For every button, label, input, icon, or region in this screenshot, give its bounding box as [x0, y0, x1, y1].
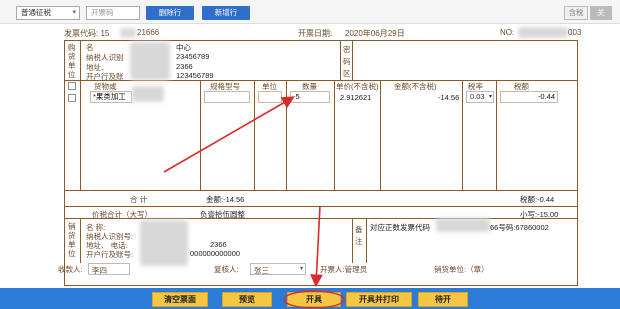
tax-included-toggle[interactable]: 含税: [564, 6, 588, 20]
divider: [64, 80, 578, 81]
chevron-down-icon: ▾: [299, 266, 303, 272]
reviewer-label: 复核人:: [214, 265, 239, 274]
redacted-buyer: [130, 42, 170, 80]
tax-input[interactable]: -0.44: [500, 91, 558, 103]
redacted-goods: [132, 86, 164, 102]
total-label: 合 计: [130, 195, 148, 204]
clear-button[interactable]: 清空票面: [152, 292, 208, 307]
seller-side-label: 销货单位: [68, 222, 76, 258]
invoice-code-label: 发票代码: 15: [64, 29, 110, 38]
invoice-type-value: 普通征税: [21, 8, 51, 17]
tax-rate-select[interactable]: 0.03 ▾: [466, 91, 494, 103]
redacted-code: [120, 28, 136, 38]
divider: [64, 206, 578, 207]
redacted-seller: [140, 220, 188, 266]
divider: [334, 80, 335, 190]
tax-total: 税额:-0.44: [520, 195, 555, 204]
invoice-code-tail: 21666: [137, 28, 160, 37]
invoice-header: 发票代码: 15 21666 开票日期: 2020年06月29日 NO: 003: [0, 26, 620, 40]
redacted-number: [518, 27, 568, 38]
spec-input[interactable]: [204, 91, 250, 103]
divider: [352, 40, 353, 80]
col-unit-price: 单价(不含税): [336, 82, 379, 91]
seller-bank-value: 000000000000: [190, 249, 241, 258]
buyer-bank-value[interactable]: 123456789: [176, 71, 214, 80]
unit-input[interactable]: [258, 91, 282, 103]
redacted-remark: [436, 218, 490, 232]
divider: [80, 80, 81, 190]
number-tail: 003: [568, 28, 582, 37]
divider: [352, 218, 353, 263]
buyer-address-value[interactable]: 2366: [176, 62, 193, 71]
action-bar: 清空票面 预览 开具 开具并打印 待开: [0, 288, 620, 309]
divider: [254, 80, 255, 190]
delete-row-button[interactable]: 删除行: [146, 6, 194, 20]
close-toggle[interactable]: 关: [590, 6, 612, 20]
row-checkbox[interactable]: [68, 82, 76, 90]
seller-bank-label: 开户行及账号:: [86, 250, 134, 259]
invoice-code-input[interactable]: 开票码: [86, 6, 140, 20]
seller-stamp-label: 销货单位:（章）: [434, 265, 489, 274]
remark-tail[interactable]: 66号码:67860002: [490, 222, 549, 233]
invoice-type-select[interactable]: 普通征税 ▾: [16, 6, 80, 20]
invoice-code-placeholder: 开票码: [91, 8, 114, 17]
divider: [462, 80, 463, 190]
quantity-input[interactable]: -5: [290, 91, 330, 103]
divider: [340, 40, 341, 80]
remark-text[interactable]: 对应正数发票代码: [370, 222, 430, 233]
divider: [80, 40, 81, 80]
add-row-button[interactable]: 新增行: [202, 6, 250, 20]
date-value: 2020年06月29日: [345, 29, 405, 38]
signature-row: 收款人: 李四 复核人: 张三 ▾ 开票人:管理员 销货单位:（章）: [58, 262, 578, 276]
divider: [64, 190, 578, 191]
buyer-tax-id-value[interactable]: 23456789: [176, 52, 209, 61]
row-checkbox[interactable]: [68, 94, 76, 102]
payee-label: 收款人:: [58, 265, 83, 274]
payee-value: 李四: [92, 266, 107, 275]
buyer-side-label: 购货单位: [68, 43, 76, 79]
issue-button[interactable]: 开具: [287, 292, 341, 307]
reviewer-value: 张三: [254, 266, 269, 275]
divider: [496, 80, 497, 190]
remark-label: 备注: [355, 225, 363, 246]
chevron-down-icon: ▾: [72, 9, 76, 16]
sum-small: 小写:-15.00: [520, 210, 559, 219]
payee-select[interactable]: 李四: [88, 263, 130, 275]
number-label: NO:: [500, 28, 515, 37]
divider: [380, 80, 381, 190]
chevron-down-icon: ▾: [488, 94, 492, 100]
divider: [366, 218, 367, 263]
divider: [80, 218, 81, 263]
divider: [286, 80, 287, 190]
amount-value[interactable]: -14.56: [438, 93, 459, 102]
password-area-label: 密码区: [343, 45, 351, 78]
issuer-label: 开票人:管理员: [320, 265, 368, 274]
seller-address-value: 2366: [210, 240, 227, 249]
reviewer-select[interactable]: 张三 ▾: [250, 263, 306, 275]
date-label: 开票日期:: [298, 29, 333, 38]
pending-button[interactable]: 待开: [418, 292, 468, 307]
col-amount: 金额(不含税): [394, 82, 437, 91]
sum-words: 负壹拾伍圆整: [200, 210, 245, 219]
divider: [200, 80, 201, 190]
amount-total: 金额:-14.56: [206, 195, 245, 204]
tax-rate-value: 0.03: [470, 92, 485, 101]
unit-price-value[interactable]: 2.912621: [340, 93, 371, 102]
preview-button[interactable]: 预览: [222, 292, 272, 307]
sum-label: 价税合计（大写）: [92, 210, 152, 219]
toolbar: 普通征税 ▾ 开票码 删除行 新增行 含税 关: [0, 0, 620, 24]
issue-and-print-button[interactable]: 开具并打印: [346, 292, 412, 307]
goods-name-input[interactable]: *果类加工: [90, 91, 132, 103]
